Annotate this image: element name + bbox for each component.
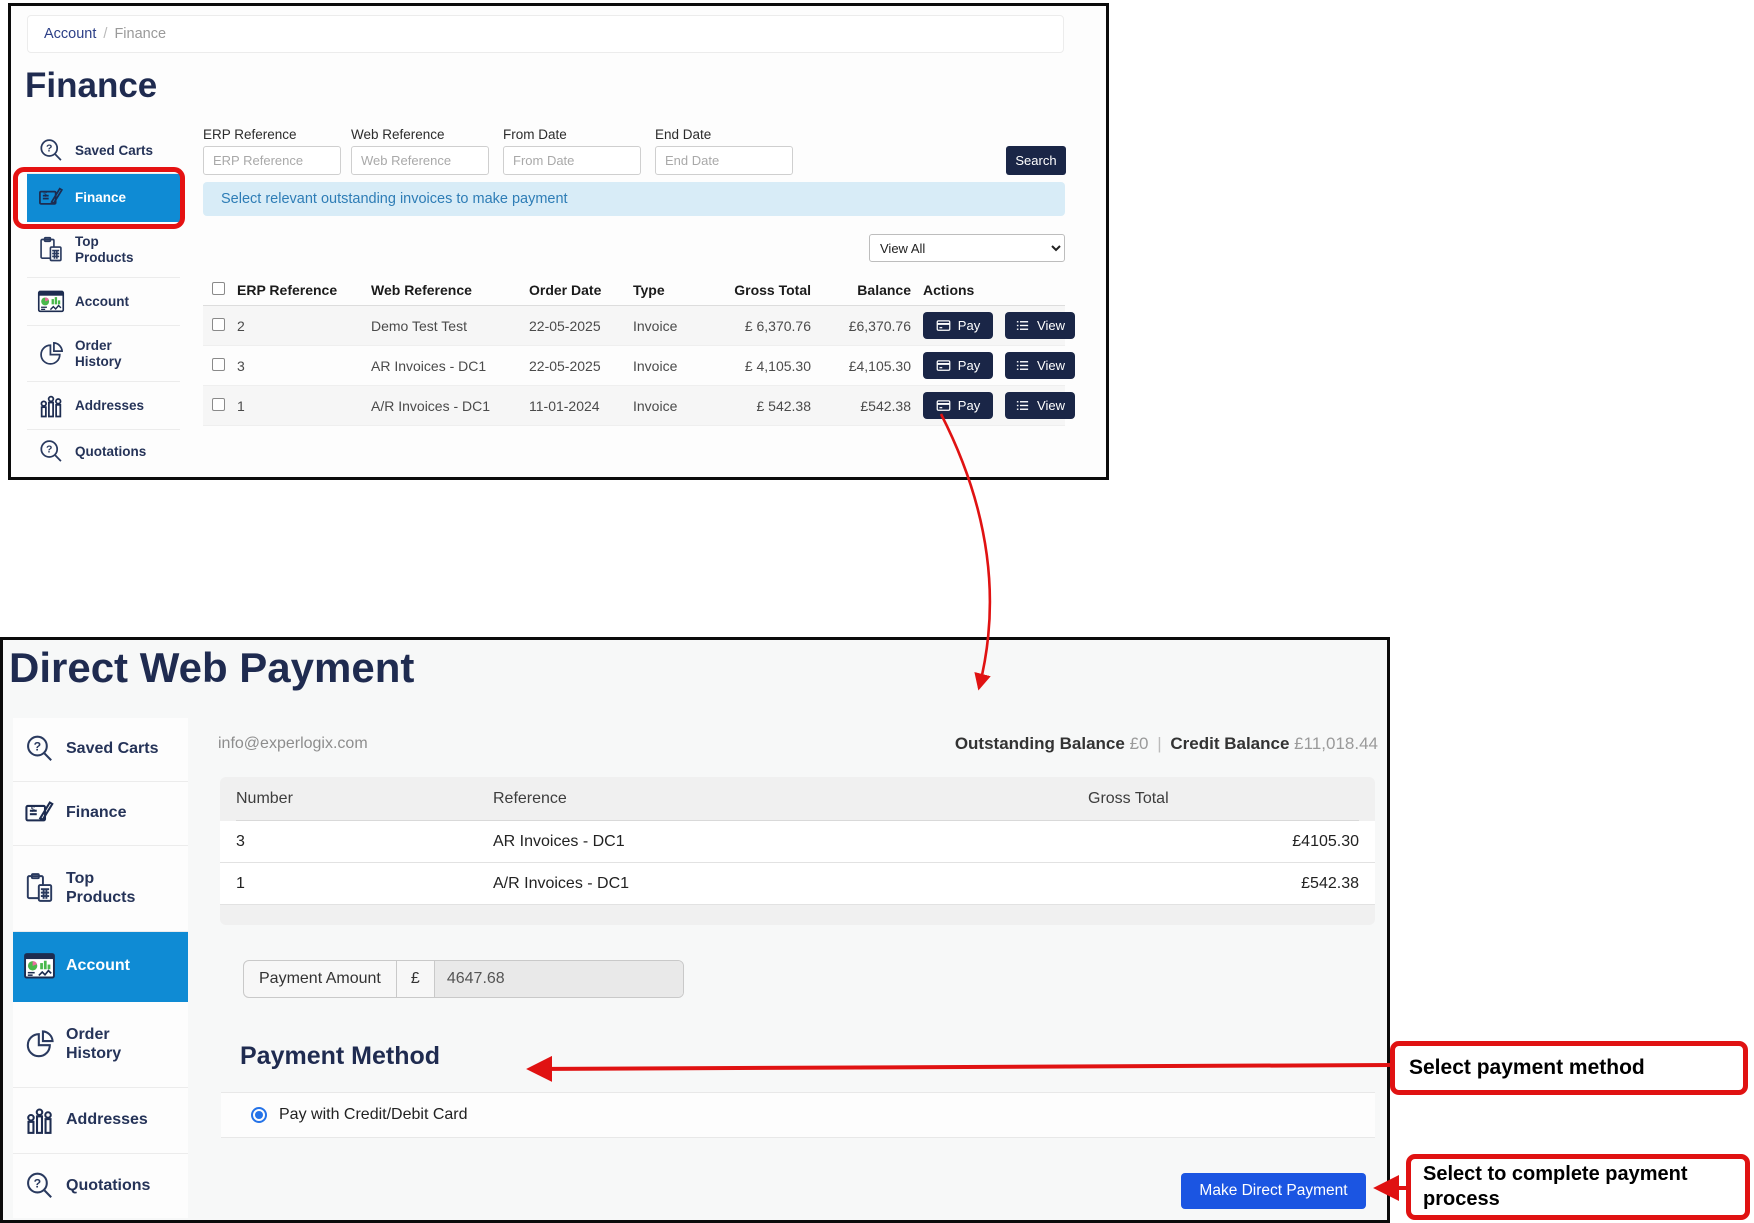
web-reference-input[interactable] [351,146,489,175]
list-icon [1015,398,1030,413]
erp-reference-label: ERP Reference [203,127,297,142]
view-button[interactable]: View [1005,392,1075,419]
balance-divider: | [1157,734,1161,753]
sidebar: Saved Carts Finance Top Products Account… [13,718,188,1218]
outstanding-balance-value: £0 [1130,734,1149,753]
sidebar-item-top-products[interactable]: Top Products [27,222,180,278]
end-date-input[interactable] [655,146,793,175]
invoice-row: 1 A/R Invoices - DC1 £542.38 [220,863,1375,905]
bar-chart-dots-icon [37,392,65,420]
balance-summary: Outstanding Balance £0 | Credit Balance … [955,734,1378,754]
list-icon [1015,358,1030,373]
from-date-input[interactable] [503,146,641,175]
search-button[interactable]: Search [1006,146,1066,175]
credit-debit-card-label: Pay with Credit/Debit Card [279,1106,468,1124]
bar-chart-dots-icon [23,1104,56,1137]
credit-card-icon [936,318,951,333]
sidebar-item-finance[interactable]: Finance [27,174,180,222]
selected-invoices-card: Number Reference Gross Total 3 AR Invoic… [220,777,1375,925]
sidebar-item-order-history[interactable]: Order History [13,1002,188,1088]
clipboard-calculator-icon [37,236,65,264]
view-button[interactable]: View [1005,352,1075,379]
credit-debit-card-radio[interactable] [251,1107,267,1123]
sidebar-item-account[interactable]: Account [13,932,188,1002]
breadcrumb-account-link[interactable]: Account [44,26,96,42]
view-all-select[interactable]: View All [869,234,1065,262]
sidebar-item-addresses[interactable]: Addresses [27,382,180,430]
table-header-row: ERP Reference Web Reference Order Date T… [203,274,1065,306]
user-email: info@experlogix.com [218,735,368,753]
direct-web-payment-panel: Direct Web Payment Saved Carts Finance T… [0,637,1390,1223]
pie-chart-icon [23,1028,56,1061]
sidebar-item-addresses[interactable]: Addresses [13,1088,188,1154]
end-date-label: End Date [655,127,711,142]
sidebar-item-order-history[interactable]: Order History [27,326,180,382]
callout-select-payment-method: Select payment method [1390,1041,1748,1095]
sidebar-item-quotations[interactable]: Quotations [13,1154,188,1218]
view-button[interactable]: View [1005,312,1075,339]
sidebar: Saved Carts Finance Top Products Account… [27,128,180,474]
invoice-pen-icon [23,797,56,830]
magnifier-question-icon [23,1170,56,1203]
from-date-label: From Date [503,127,567,142]
info-banner: Select relevant outstanding invoices to … [203,182,1065,216]
credit-balance-value: £11,018.44 [1294,734,1378,753]
magnifier-question-icon [23,733,56,766]
credit-balance-label: Credit Balance [1170,734,1289,753]
currency-symbol: £ [397,961,435,997]
payment-method-option-row: Pay with Credit/Debit Card [221,1092,1375,1138]
invoice-pen-icon [37,184,65,212]
screenshot-canvas: Account / Finance Finance Saved Carts Fi… [0,0,1754,1223]
invoice-table-header: Number Reference Gross Total [236,777,1359,821]
breadcrumb-separator: / [103,26,107,42]
chart-window-icon [23,950,56,983]
credit-card-icon [936,358,951,373]
select-all-checkbox[interactable] [212,282,225,295]
sidebar-item-account[interactable]: Account [27,278,180,326]
row-checkbox[interactable] [212,318,225,331]
sidebar-item-saved-carts[interactable]: Saved Carts [27,128,180,174]
sidebar-item-saved-carts[interactable]: Saved Carts [13,718,188,782]
pay-button[interactable]: Pay [923,312,993,339]
sidebar-item-top-products[interactable]: Top Products [13,846,188,932]
pie-chart-icon [37,340,65,368]
sidebar-item-finance[interactable]: Finance [13,782,188,846]
table-row: 1 A/R Invoices - DC1 11-01-2024 Invoice … [203,386,1065,426]
invoices-table: ERP Reference Web Reference Order Date T… [203,274,1065,426]
table-row: 2 Demo Test Test 22-05-2025 Invoice £ 6,… [203,306,1065,346]
outstanding-balance-label: Outstanding Balance [955,734,1125,753]
magnifier-question-icon [37,137,65,165]
pay-button[interactable]: Pay [923,352,993,379]
credit-card-icon [936,398,951,413]
chart-window-icon [37,288,65,316]
payment-amount-label: Payment Amount [244,961,397,997]
payment-amount-input[interactable] [435,961,683,997]
erp-reference-input[interactable] [203,146,341,175]
page-title: Direct Web Payment [9,644,414,692]
breadcrumb: Account / Finance [27,15,1064,53]
callout-complete-payment: Select to complete payment process [1406,1154,1750,1220]
web-reference-label: Web Reference [351,127,445,142]
finance-page-panel: Account / Finance Finance Saved Carts Fi… [8,3,1109,480]
list-icon [1015,318,1030,333]
row-checkbox[interactable] [212,398,225,411]
page-title: Finance [25,66,157,106]
magnifier-question-icon [37,438,65,466]
pay-button[interactable]: Pay [923,392,993,419]
payment-method-heading: Payment Method [240,1042,440,1071]
sidebar-item-quotations[interactable]: Quotations [27,430,180,474]
table-row: 3 AR Invoices - DC1 22-05-2025 Invoice £… [203,346,1065,386]
row-checkbox[interactable] [212,358,225,371]
breadcrumb-current: Finance [114,26,166,42]
invoice-row: 3 AR Invoices - DC1 £4105.30 [220,821,1375,863]
make-direct-payment-button[interactable]: Make Direct Payment [1181,1173,1366,1209]
clipboard-calculator-icon [23,872,56,905]
payment-amount-group: Payment Amount £ [243,960,684,998]
